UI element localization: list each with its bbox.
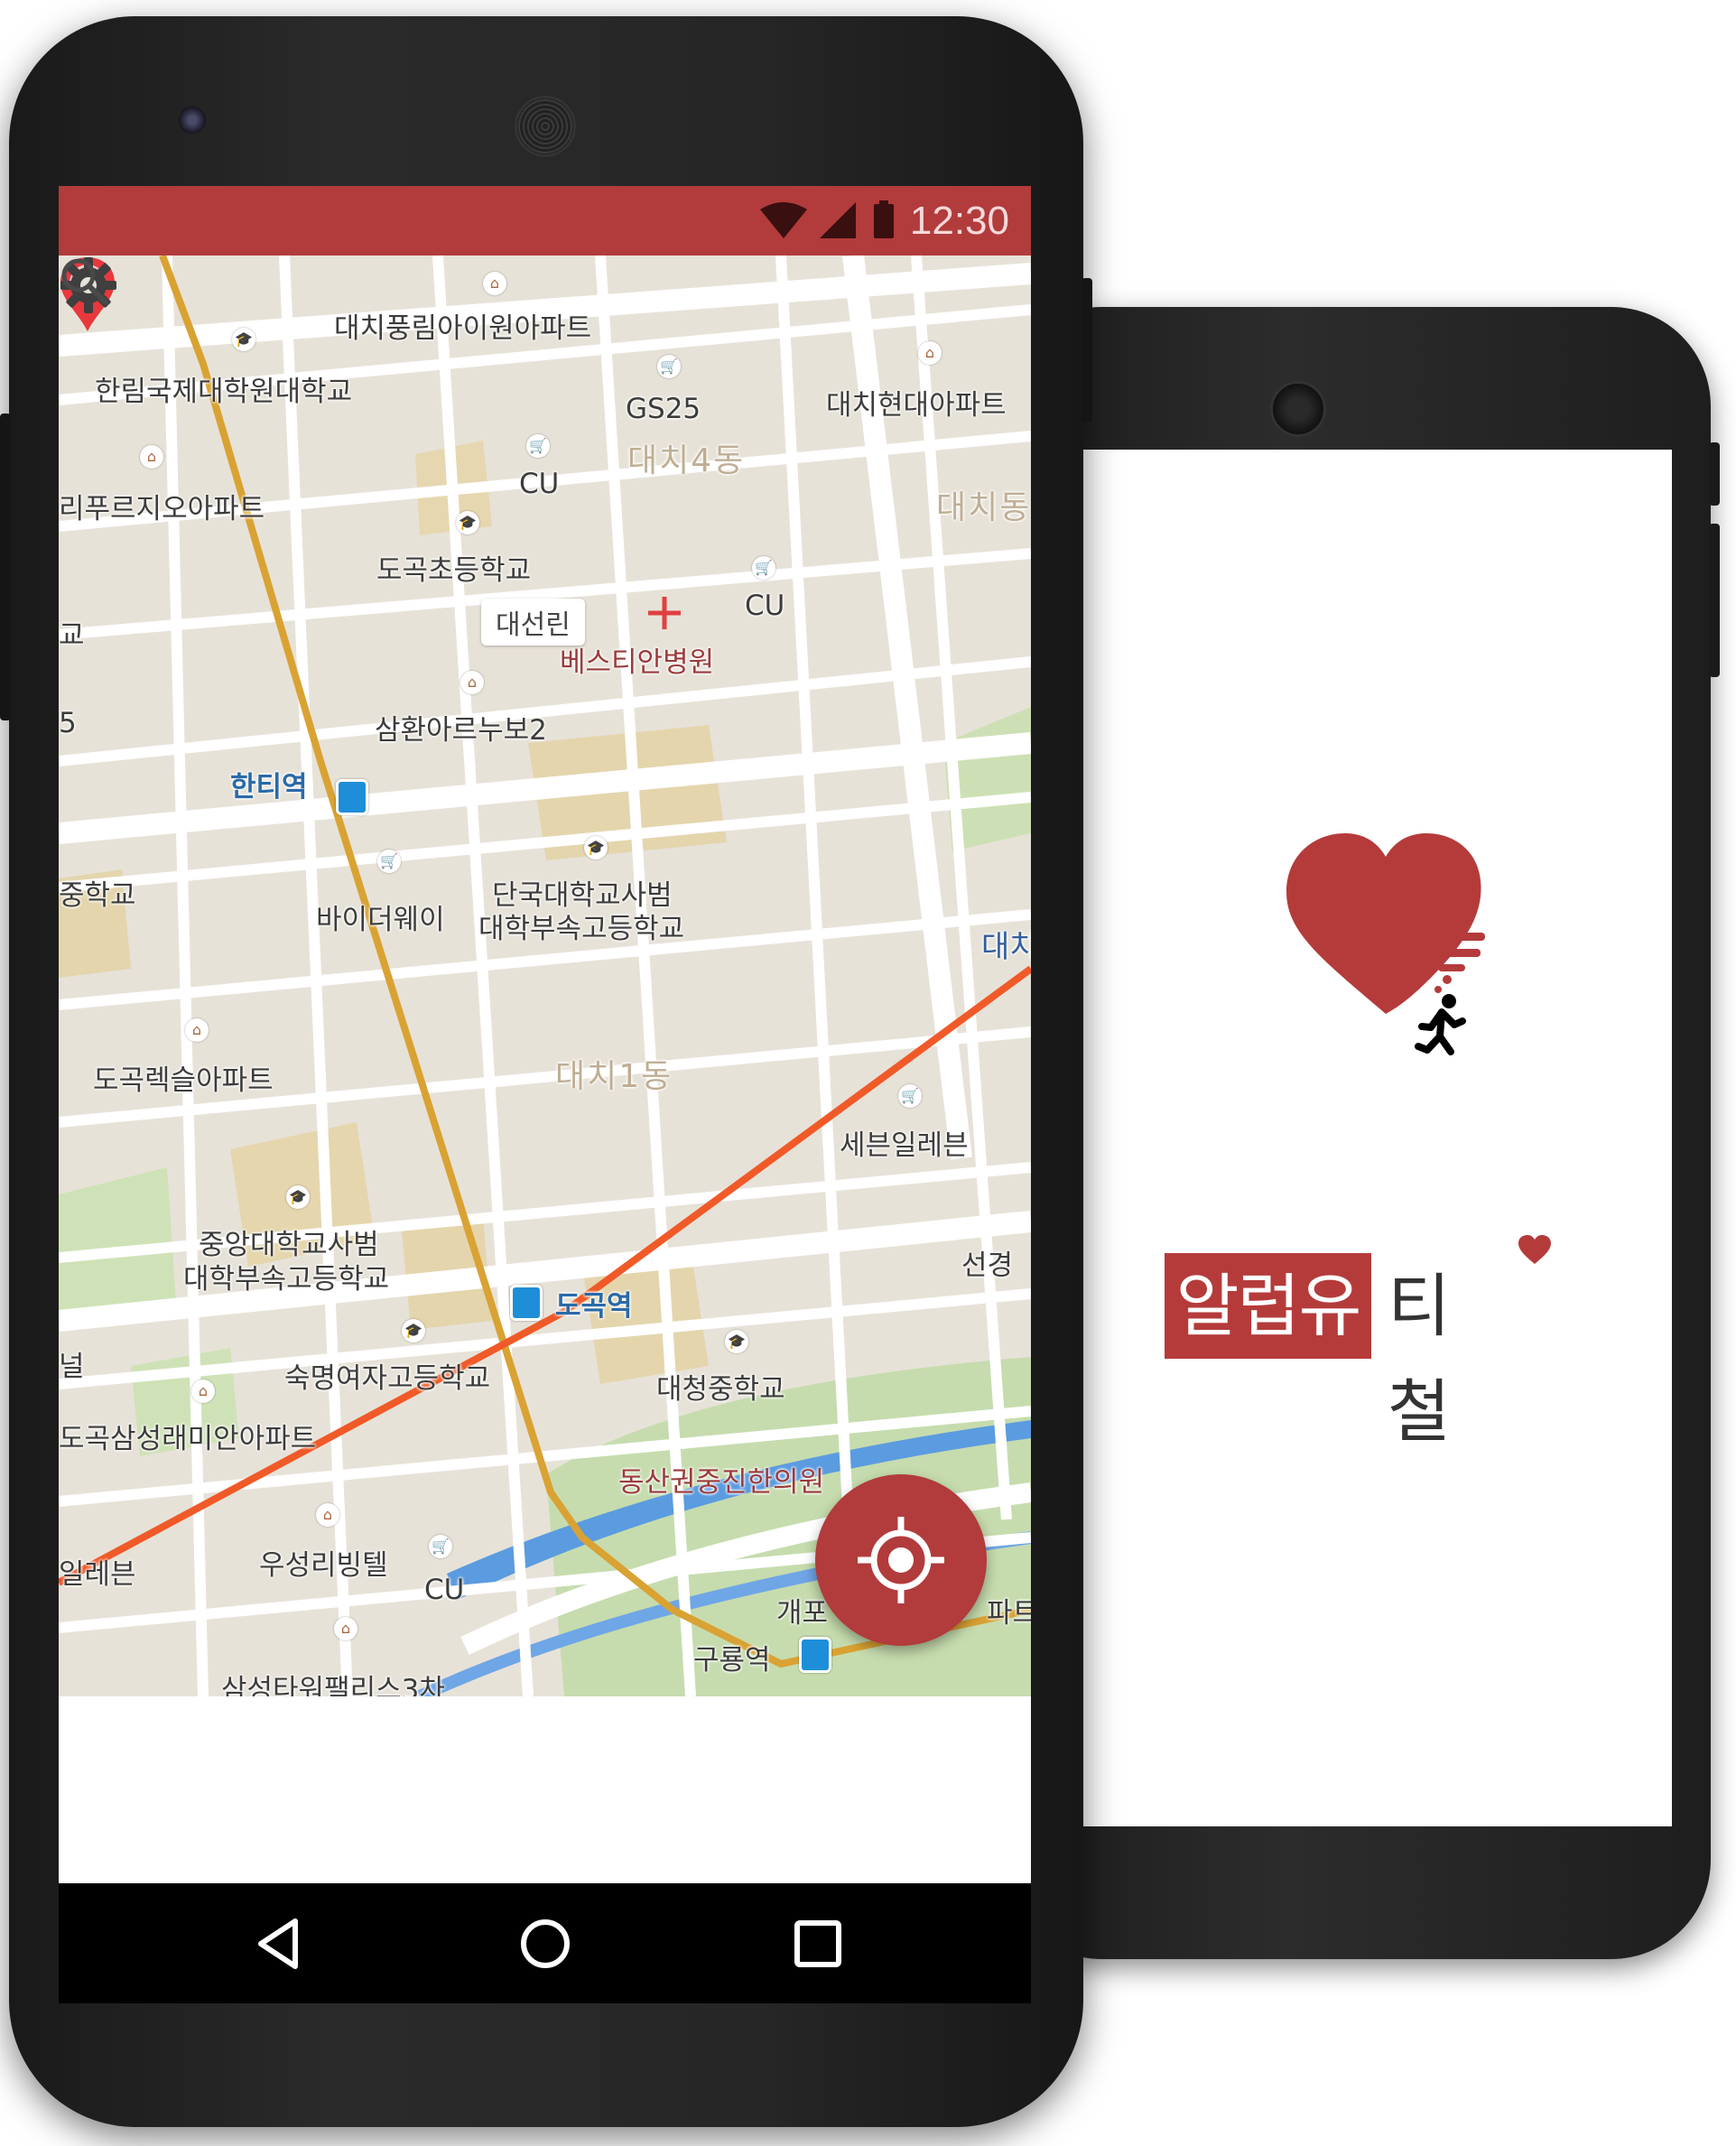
home-circle-icon[interactable]	[515, 1914, 575, 1974]
status-icons	[760, 200, 894, 238]
map-label: 도곡초등학교	[376, 554, 532, 587]
power-button	[1082, 278, 1092, 423]
status-time: 12:30	[909, 199, 1009, 243]
school-icon: 🎓	[456, 511, 479, 534]
apartment-icon: ⌂	[334, 1617, 357, 1640]
map-label: CU	[745, 590, 785, 622]
map-label: 개포	[776, 1597, 829, 1630]
school-icon: 🎓	[725, 1330, 748, 1353]
map-label: 동산권중진한의원	[618, 1466, 825, 1499]
school-icon: 🎓	[232, 328, 255, 351]
map-label: 삼환아르누보2	[375, 714, 547, 747]
map-label: 바이더웨이	[316, 904, 445, 936]
map-label: CU	[519, 468, 560, 500]
district-label: 대치동	[936, 489, 1031, 526]
station-label: 한티역	[230, 771, 308, 804]
apartment-icon: ⌂	[316, 1503, 339, 1527]
school-icon: 🎓	[286, 1185, 310, 1209]
recents-square-icon[interactable]	[788, 1914, 848, 1974]
store-icon: 🛒	[898, 1084, 922, 1108]
map-label: 5	[59, 707, 77, 739]
subway-station-icon	[336, 779, 368, 815]
running-heart-logo	[1286, 833, 1485, 1055]
apartment-icon: ⌂	[185, 1018, 209, 1042]
map-label: 파트	[987, 1597, 1031, 1630]
store-icon: 🛒	[752, 556, 775, 580]
front-phone-frame: 12:30 ⌂ 🎓 🛒 ⌂ ⌂ 🛒 🎓 🛒 ⌂ 🎓 🛒 ⌂ 🛒 🎓 🎓 🎓 ⌂ …	[0, 16, 1092, 2127]
map-tooltip[interactable]: 대선린	[481, 599, 585, 646]
map-label: 대청중학교	[656, 1373, 785, 1406]
status-bar: 12:30	[59, 186, 1031, 255]
navigation-bar	[59, 1883, 1031, 2003]
map-label: 리푸르지오아파트	[59, 493, 265, 525]
apartment-icon: ⌂	[191, 1380, 215, 1403]
map-label: 베스티안병원	[560, 646, 715, 679]
map-label: 세븐일레븐	[840, 1129, 969, 1162]
map-label: 대학부속고등학교	[183, 1263, 390, 1296]
map-label: 대학부속고등학교	[478, 913, 685, 945]
map-label: 선경	[961, 1250, 1014, 1282]
subway-station-icon	[799, 1637, 831, 1673]
map-label: 도곡렉슬아파트	[93, 1064, 274, 1097]
map-label: 교	[59, 619, 85, 652]
back-phone-frame: 알럽유 티철	[1002, 307, 1720, 1959]
map-label: 대치현대아파트	[826, 389, 1007, 422]
map-label: 한림국제대학원대학교	[95, 376, 353, 408]
station-label: 구룡역	[693, 1644, 771, 1677]
back-triangle-icon[interactable]	[250, 1914, 310, 1974]
store-icon: 🛒	[657, 355, 681, 378]
apartment-icon: ⌂	[918, 341, 942, 365]
locate-me-button[interactable]	[815, 1474, 987, 1646]
signal-icon	[820, 202, 856, 238]
map-screen: 12:30 ⌂ 🎓 🛒 ⌂ ⌂ 🛒 🎓 🛒 ⌂ 🎓 🛒 ⌂ 🛒 🎓 🎓 🎓 ⌂ …	[59, 186, 1031, 2003]
front-camera	[1270, 381, 1326, 437]
map-label: GS25	[626, 393, 701, 425]
store-icon: 🛒	[377, 850, 401, 873]
apartment-icon: ⌂	[483, 272, 506, 295]
subway-station-icon	[510, 1285, 543, 1321]
splash-screen: 알럽유 티철	[1079, 450, 1672, 1826]
search-icon[interactable]	[59, 255, 109, 306]
power-button	[1709, 442, 1720, 506]
store-icon: 🛒	[429, 1535, 452, 1558]
small-heart-icon	[1518, 1235, 1551, 1264]
store-icon: 🛒	[526, 434, 550, 458]
brand-text: 티철	[1388, 1266, 1451, 1452]
map-label: 중학교	[59, 879, 136, 912]
volume-button	[1709, 524, 1720, 677]
apartment-icon: ⌂	[460, 671, 484, 694]
school-icon: 🎓	[402, 1319, 425, 1342]
battery-icon	[874, 204, 894, 238]
map-label: 우성리빙텔	[259, 1549, 388, 1582]
apartment-icon: ⌂	[140, 445, 163, 469]
map-label: 대치	[981, 929, 1031, 965]
side-button	[0, 413, 11, 720]
school-icon: 🎓	[584, 836, 608, 859]
map-label: 도곡삼성래미안아파트	[59, 1423, 317, 1455]
station-label: 도곡역	[555, 1290, 633, 1323]
brand-highlight: 알럽유	[1165, 1253, 1371, 1359]
map-label: 삼성타워팰리스3차	[221, 1674, 445, 1696]
crosshair-icon	[858, 1517, 944, 1603]
wifi-icon	[760, 202, 807, 238]
map-label: 대치풍림아이원아파트	[334, 312, 592, 345]
map-label: 숙명여자고등학교	[284, 1362, 491, 1395]
map-label: 널	[59, 1351, 85, 1383]
front-camera	[179, 107, 206, 134]
map-label: 일레븐	[59, 1558, 136, 1591]
map-view[interactable]: ⌂ 🎓 🛒 ⌂ ⌂ 🛒 🎓 🛒 ⌂ 🎓 🛒 ⌂ 🛒 🎓 🎓 🎓 ⌂ ⌂ 🛒 ⌂	[59, 255, 1031, 1696]
map-label: CU	[424, 1574, 465, 1606]
district-label: 대치1동	[555, 1058, 673, 1095]
earpiece-speaker	[515, 96, 576, 157]
district-label: 대치4동	[627, 442, 746, 479]
